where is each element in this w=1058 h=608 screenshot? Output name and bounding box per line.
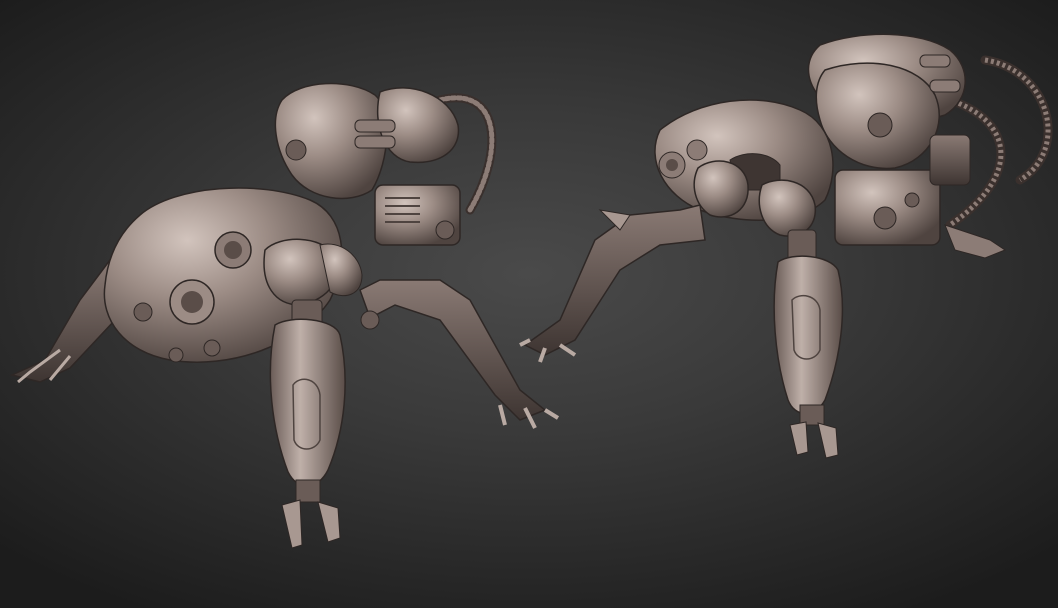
sculpt-render: [9, 33, 1053, 549]
robot-front-view: [9, 82, 560, 549]
foot-claw: [789, 421, 839, 459]
leg-front-left: [523, 204, 706, 356]
leg-front-center: [269, 318, 346, 487]
cable-hose: [980, 55, 1053, 185]
robot-rear-view: [519, 33, 1053, 459]
foot-claw: [281, 499, 341, 549]
hip-joint: [693, 160, 749, 218]
render-viewport: [0, 0, 1058, 608]
leg-rear-right: [944, 224, 1007, 259]
leg-rear-center: [773, 255, 844, 415]
leg-front-right: [359, 279, 547, 421]
